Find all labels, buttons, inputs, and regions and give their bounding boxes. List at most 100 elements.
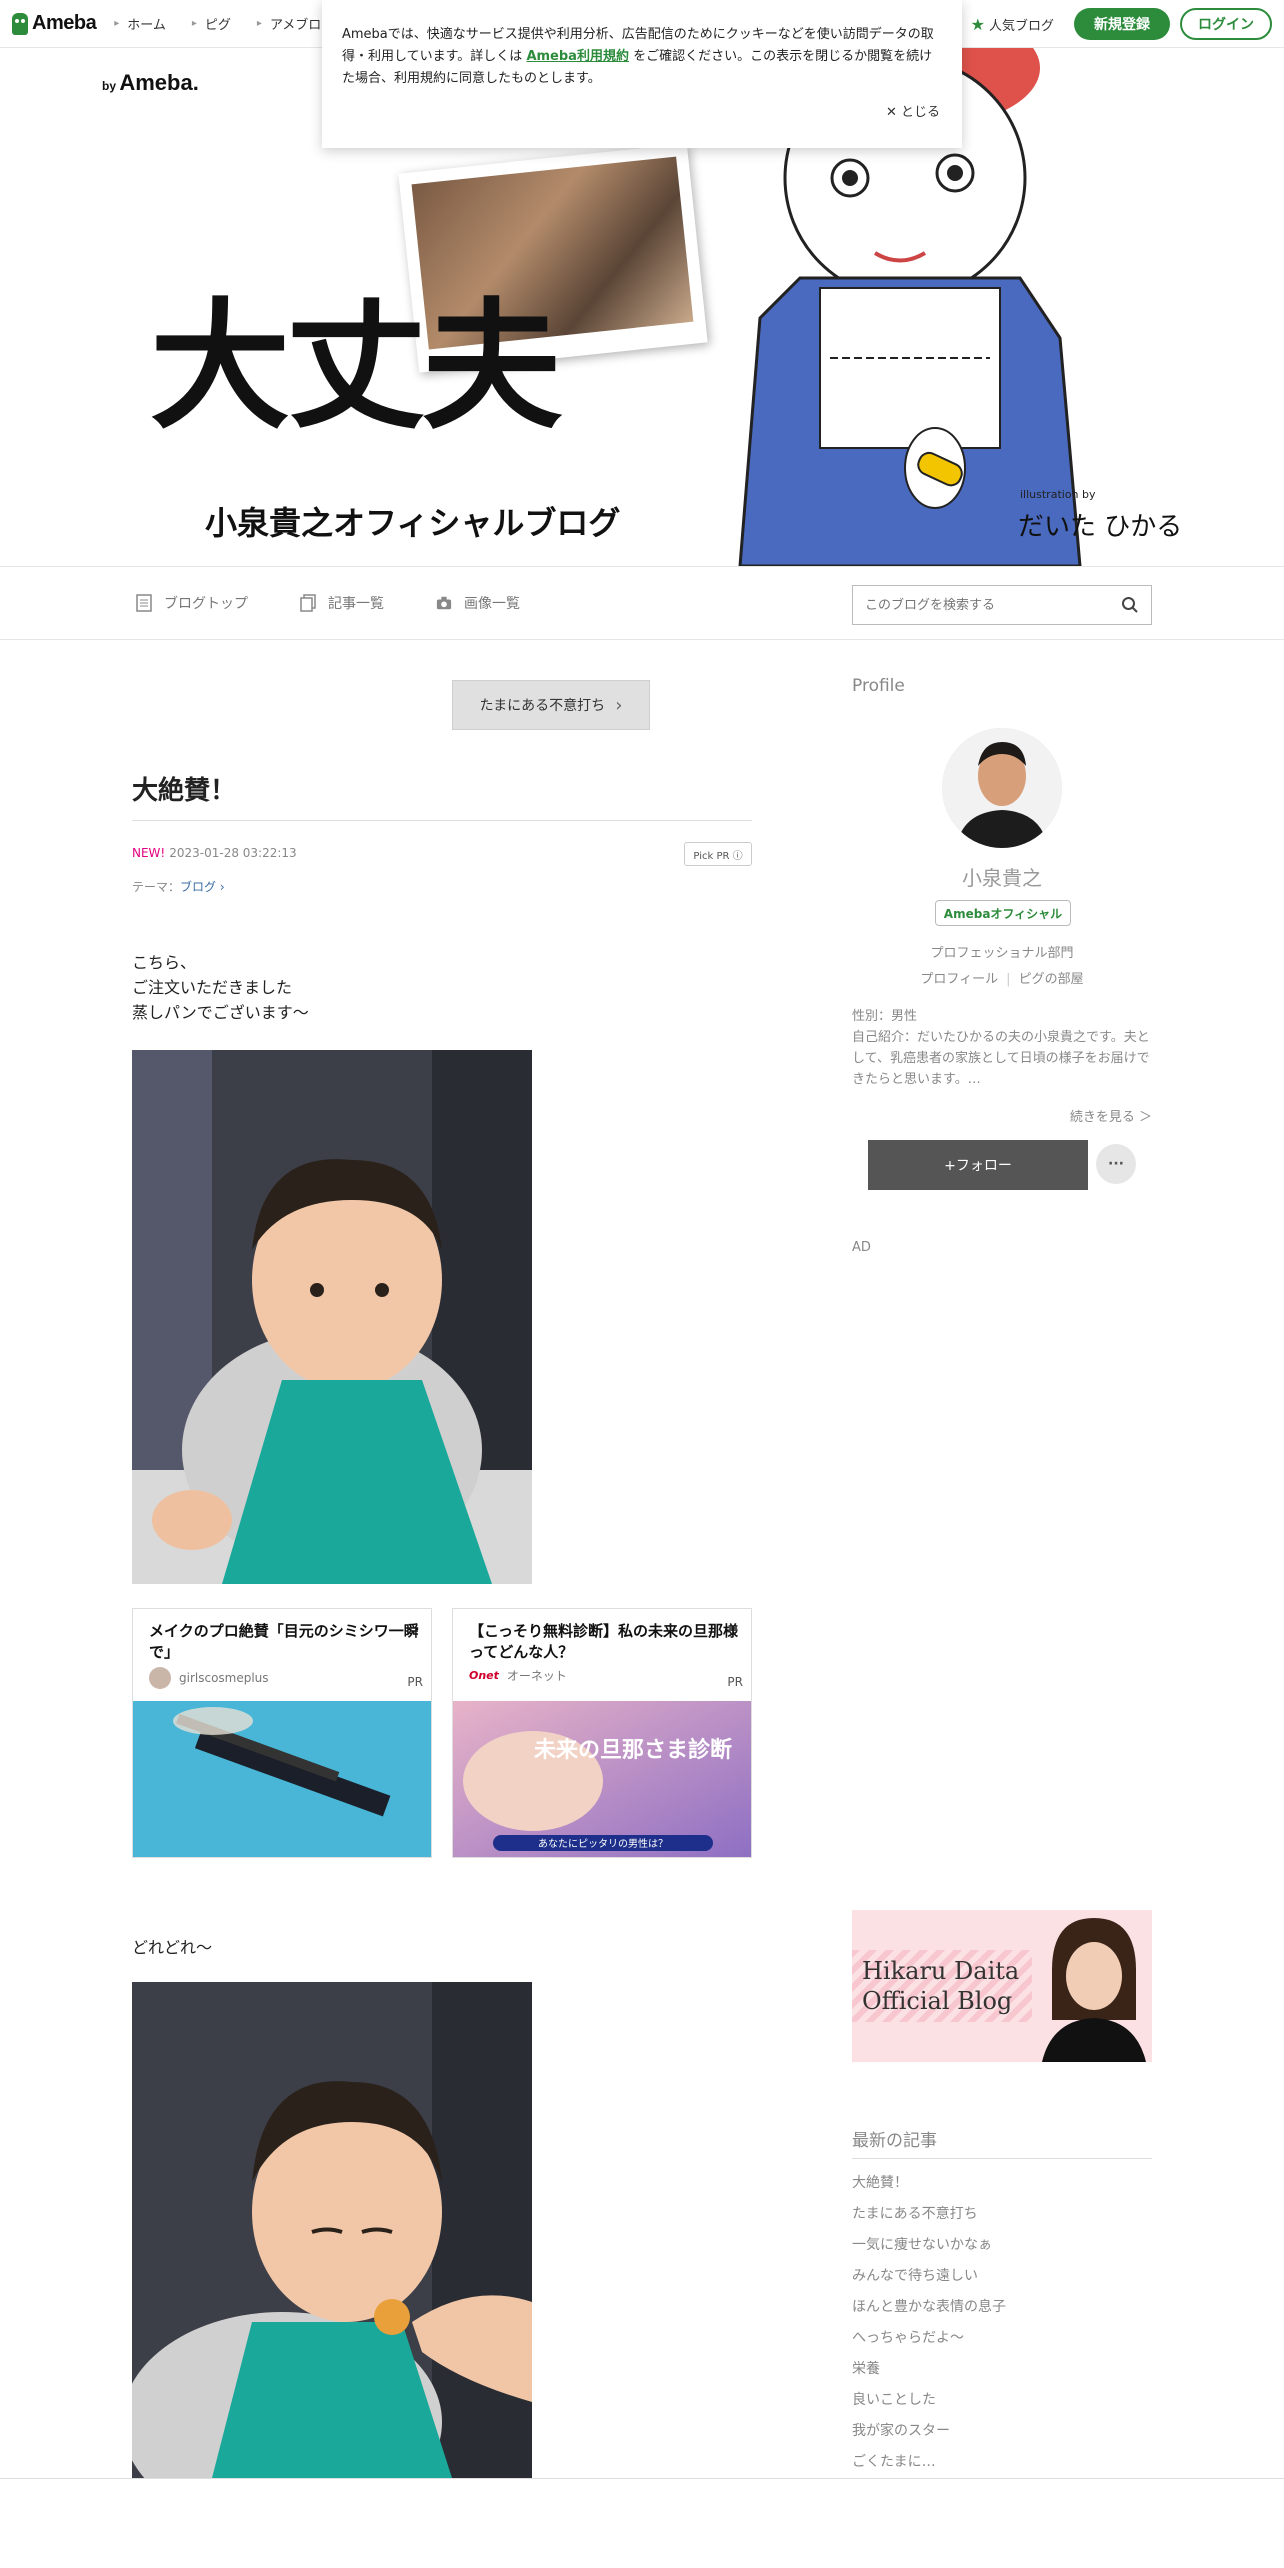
- profile-gender: 性別：男性: [852, 1009, 918, 1024]
- latest-article-link[interactable]: 栄養: [852, 2354, 1152, 2385]
- ad-image-diagnosis: 未来の旦那さま診断 あなたにピッタリの男性は？: [453, 1701, 751, 1857]
- latest-article-link[interactable]: たまにある不意打ち: [852, 2199, 1152, 2230]
- chevron-right-icon: ▸: [114, 18, 120, 29]
- ameba-mascot-icon: [12, 12, 28, 35]
- latest-article-link[interactable]: へっちゃらだよ〜: [852, 2323, 1152, 2354]
- by-brand: Ameba.: [119, 70, 199, 95]
- theme-link-label: ブログ: [180, 880, 217, 894]
- latest-article-link[interactable]: ごくたまに…: [852, 2447, 1152, 2478]
- ad-pr-label: PR: [727, 1675, 743, 1689]
- article-theme: テーマ：ブログ ›: [132, 878, 225, 895]
- nav-pigg[interactable]: ▸ ピグ: [192, 14, 231, 33]
- nav-article-list[interactable]: 記事一覧: [300, 593, 384, 613]
- latest-article-link[interactable]: みんなで待ち遠しい: [852, 2261, 1152, 2292]
- previous-article-button[interactable]: たまにある不意打ち ›: [452, 680, 650, 730]
- camera-icon: [436, 596, 452, 610]
- link-separator: |: [1006, 972, 1011, 987]
- profile-name[interactable]: 小泉貴之: [852, 862, 1152, 891]
- latest-articles-heading: 最新の記事: [852, 2131, 937, 2151]
- cookie-close-label: とじる: [900, 105, 940, 120]
- latest-article-link[interactable]: 良いことした: [852, 2385, 1152, 2416]
- hikaru-daita-blog-banner[interactable]: Hikaru Daita Official Blog: [852, 1910, 1152, 2062]
- ad-label: AD: [852, 1240, 871, 1255]
- ameba-logo[interactable]: Ameba: [12, 12, 97, 35]
- banner-line1: Hikaru Daita: [862, 1957, 1020, 1985]
- by-label: by: [102, 79, 117, 93]
- nav-ameblo[interactable]: ▸ アメブロ: [257, 14, 321, 33]
- ad-image-subtitle: あなたにピッタリの男性は？: [538, 1837, 668, 1850]
- latest-article-link[interactable]: 一気に痩せないかなぁ: [852, 2230, 1152, 2261]
- latest-divider: [852, 2158, 1152, 2159]
- more-options-icon[interactable]: ···: [1096, 1144, 1136, 1184]
- read-more-link[interactable]: 続きを見る ＞: [852, 1106, 1152, 1125]
- blog-search-input[interactable]: [853, 586, 1093, 624]
- official-badge: Amebaオフィシャル: [935, 900, 1071, 926]
- search-icon[interactable]: [1121, 596, 1139, 614]
- onet-logo-icon: Onet: [469, 1669, 499, 1682]
- register-button[interactable]: 新規登録: [1074, 8, 1170, 40]
- new-badge: NEW!: [132, 846, 166, 860]
- advertiser-avatar: [149, 1667, 171, 1689]
- ad-card[interactable]: 【こっそり無料診断】私の未来の旦那様ってどんな人？ Onet オーネット PR 未…: [452, 1608, 752, 1858]
- illustration-credit-label: illustration by: [1020, 488, 1096, 501]
- terms-link[interactable]: Ameba利用規約: [526, 49, 629, 64]
- ad-source-label: オーネット: [506, 1669, 567, 1683]
- theme-link[interactable]: ブログ ›: [180, 880, 225, 894]
- ad-image-eyeliner: [133, 1701, 431, 1857]
- latest-article-link[interactable]: 大絶賛！: [852, 2168, 1152, 2199]
- document-icon: [136, 594, 152, 612]
- latest-article-link[interactable]: ほんと豊かな表情の息子: [852, 2292, 1152, 2323]
- profile-category[interactable]: プロフェッショナル部門: [852, 942, 1152, 961]
- header-actions: ★ 人気ブログ 新規登録 ログイン: [971, 0, 1272, 48]
- ad-title: メイクのプロ絶賛「目元のシミシワ一瞬で」: [149, 1622, 419, 1661]
- login-button[interactable]: ログイン: [1180, 8, 1272, 40]
- nav-blog-top[interactable]: ブログトップ: [136, 593, 248, 613]
- popular-label: 人気ブログ: [988, 18, 1054, 34]
- nav-article-list-label: 記事一覧: [328, 596, 384, 612]
- title-divider: [132, 820, 752, 821]
- blog-title-art: 大丈夫: [150, 286, 562, 449]
- by-ameba-logo: by Ameba.: [102, 70, 199, 96]
- profile-avatar[interactable]: [942, 728, 1062, 848]
- profile-link[interactable]: プロフィール: [920, 972, 998, 987]
- logo-text: Ameba: [32, 12, 97, 34]
- article-body-text: どれどれ〜: [132, 1938, 213, 1957]
- article-meta: NEW! 2023-01-28 03:22:13: [132, 846, 297, 860]
- profile-intro: 自己紹介：だいたひかるの夫の小泉貴之です。夫として、乳癌患者の家族として日頃の様…: [852, 1030, 1150, 1087]
- hikaru-portrait: [1032, 1910, 1152, 2062]
- profile-links: プロフィール | ピグの部屋: [852, 968, 1152, 987]
- article-photo-baby-eating[interactable]: [132, 1982, 532, 2478]
- popular-blogs-link[interactable]: ★ 人気ブログ: [971, 15, 1054, 34]
- body-line: こちら、: [132, 953, 197, 972]
- chevron-right-icon: ▸: [256, 18, 262, 29]
- pick-pr-button[interactable]: Pick PR ⓘ: [684, 842, 752, 866]
- nav-home[interactable]: ▸ ホーム: [114, 14, 166, 33]
- latest-articles-list: 大絶賛！ たまにある不意打ち 一気に痩せないかなぁ みんなで待ち遠しい ほんと豊…: [852, 2168, 1152, 2478]
- blog-nav: ブログトップ 記事一覧 画像一覧: [0, 566, 1284, 640]
- nav-ameblo-label: アメブロ: [269, 18, 322, 33]
- nav-image-list-label: 画像一覧: [464, 596, 520, 612]
- banner-text: Hikaru Daita Official Blog: [862, 1956, 1019, 2016]
- nav-image-list[interactable]: 画像一覧: [436, 593, 520, 613]
- article-title: 大絶賛！: [132, 776, 237, 806]
- close-icon: ✕: [885, 105, 901, 120]
- profile-heading: Profile: [852, 676, 905, 696]
- theme-label: テーマ：: [132, 880, 181, 894]
- bottom-fixed-bar: [0, 2478, 1284, 2568]
- pigg-room-link[interactable]: ピグの部屋: [1019, 972, 1084, 987]
- follow-button[interactable]: +フォロー: [868, 1140, 1088, 1190]
- global-nav: ▸ ホーム ▸ ピグ ▸ アメブロ: [114, 14, 347, 33]
- article-body-text: こちら、 ご注文いただきました 蒸しパンでございます〜: [132, 950, 309, 1025]
- ad-source-label: girlscosmeplus: [179, 1671, 269, 1685]
- ad-image-title: 未来の旦那さま診断: [534, 1737, 732, 1763]
- banner-line2: Official Blog: [862, 1987, 1013, 2015]
- article-photo-baby[interactable]: [132, 1050, 532, 1584]
- ad-source: girlscosmeplus: [149, 1667, 269, 1689]
- cookie-close-button[interactable]: ✕ とじる: [886, 101, 940, 120]
- nav-home-label: ホーム: [127, 18, 166, 33]
- cookie-consent-dialog: Amebaでは、快適なサービス提供や利用分析、広告配信のためにクッキーなどを使い…: [322, 0, 962, 148]
- latest-article-link[interactable]: 我が家のスター: [852, 2416, 1152, 2447]
- copy-icon: [300, 594, 316, 612]
- body-line: ご注文いただきました: [132, 978, 293, 997]
- ad-card[interactable]: メイクのプロ絶賛「目元のシミシワ一瞬で」 girlscosmeplus PR: [132, 1608, 432, 1858]
